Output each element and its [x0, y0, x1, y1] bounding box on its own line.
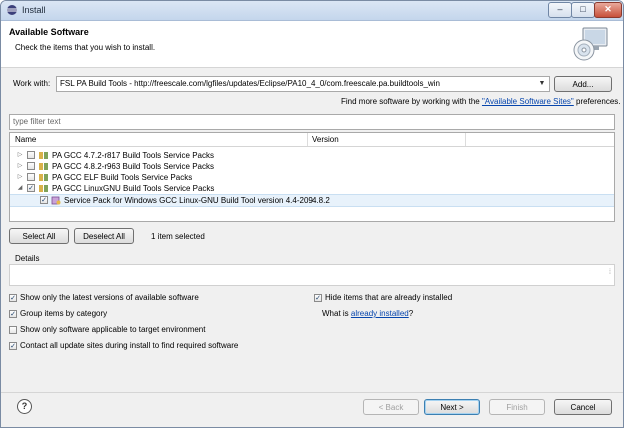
- row-checkbox[interactable]: [27, 162, 35, 170]
- work-with-combo[interactable]: FSL PA Build Tools - http://freescale.co…: [56, 76, 550, 92]
- row-checkbox[interactable]: [27, 151, 35, 159]
- filter-input[interactable]: [10, 115, 606, 127]
- row-name: PA GCC 4.7.2-r817 Build Tools Service Pa…: [52, 151, 214, 160]
- work-with-value: FSL PA Build Tools - http://freescale.co…: [60, 79, 440, 88]
- deselect-all-button[interactable]: Deselect All: [74, 228, 134, 244]
- eclipse-app-icon: [7, 5, 17, 15]
- row-name: PA GCC 4.8.2-r963 Build Tools Service Pa…: [52, 162, 214, 171]
- minimize-button[interactable]: –: [548, 2, 572, 18]
- show-latest-option[interactable]: ✓ Show only the latest versions of availa…: [9, 293, 199, 302]
- details-scroll-grip[interactable]: ⁞: [609, 269, 611, 276]
- find-more-prefix: Find more software by working with the: [341, 97, 480, 106]
- contact-sites-option[interactable]: ✓ Contact all update sites during install…: [9, 341, 238, 350]
- details-area[interactable]: ⁞: [9, 264, 615, 286]
- filter-field[interactable]: [9, 114, 615, 130]
- collapse-arrow-icon[interactable]: ◢: [16, 184, 24, 191]
- hide-installed-label: Hide items that are already installed: [325, 293, 453, 302]
- group-by-category-option[interactable]: ✓ Group items by category: [9, 309, 107, 318]
- next-button[interactable]: Next >: [424, 399, 480, 415]
- show-latest-checkbox[interactable]: ✓: [9, 293, 17, 302]
- select-all-button[interactable]: Select All: [9, 228, 69, 244]
- expand-arrow-icon[interactable]: ▷: [16, 173, 24, 180]
- show-latest-label: Show only the latest versions of availab…: [20, 293, 199, 302]
- available-software-sites-link[interactable]: "Available Software Sites": [482, 97, 574, 106]
- back-button[interactable]: < Back: [363, 399, 419, 415]
- tree-row[interactable]: ▷ PA GCC ELF Build Tools Service Packs: [10, 172, 614, 183]
- find-more-suffix: preferences.: [576, 97, 621, 106]
- feature-group-icon: [39, 163, 48, 170]
- expand-arrow-icon[interactable]: ▷: [16, 162, 24, 169]
- already-installed-link[interactable]: already installed: [351, 309, 409, 318]
- tree-header: Name Version: [10, 133, 614, 147]
- plugin-feature-icon: [51, 196, 61, 205]
- feature-group-icon: [39, 174, 48, 181]
- find-more-text: Find more software by working with the "…: [341, 97, 620, 106]
- title-bar[interactable]: Install – □ ✕: [1, 1, 623, 21]
- row-name: PA GCC ELF Build Tools Service Packs: [52, 173, 193, 182]
- version-column-header[interactable]: Version: [312, 135, 339, 144]
- what-is-installed-text: What is already installed?: [322, 309, 413, 318]
- software-tree[interactable]: Name Version ▷ PA GCC 4.7.2-r817 Build T…: [9, 132, 615, 222]
- tree-row[interactable]: ▷ PA GCC 4.8.2-r963 Build Tools Service …: [10, 161, 614, 172]
- page-title: Available Software: [9, 27, 89, 37]
- close-button[interactable]: ✕: [594, 2, 622, 18]
- window-title: Install: [22, 5, 46, 15]
- contact-sites-label: Contact all update sites during install …: [20, 341, 239, 350]
- target-env-checkbox[interactable]: [9, 325, 17, 334]
- maximize-button[interactable]: □: [571, 2, 595, 18]
- column-divider[interactable]: [307, 133, 308, 146]
- row-name: PA GCC LinuxGNU Build Tools Service Pack…: [52, 184, 215, 193]
- target-env-label: Show only software applicable to target …: [20, 325, 206, 334]
- tree-row[interactable]: ◢ ✓ PA GCC LinuxGNU Build Tools Service …: [10, 183, 614, 194]
- what-is-prefix: What is: [322, 309, 349, 318]
- help-icon[interactable]: ?: [17, 399, 32, 414]
- name-column-header[interactable]: Name: [15, 135, 36, 144]
- add-site-button[interactable]: Add...: [554, 76, 612, 92]
- row-checkbox[interactable]: ✓: [40, 196, 48, 204]
- column-divider[interactable]: [465, 133, 466, 146]
- page-description: Check the items that you wish to install…: [15, 43, 156, 52]
- what-is-suffix: ?: [408, 309, 414, 318]
- feature-group-icon: [39, 185, 48, 192]
- chevron-down-icon[interactable]: ▼: [535, 77, 549, 91]
- row-checkbox[interactable]: [27, 173, 35, 181]
- work-with-label: Work with:: [13, 79, 51, 88]
- cancel-button[interactable]: Cancel: [554, 399, 612, 415]
- tree-row[interactable]: ▷ PA GCC 4.7.2-r817 Build Tools Service …: [10, 150, 614, 161]
- row-name: Service Pack for Windows GCC Linux-GNU B…: [64, 196, 313, 205]
- tree-row-selected[interactable]: ✓ Service Pack for Windows GCC Linux-GNU…: [10, 194, 614, 207]
- group-by-category-label: Group items by category: [20, 309, 108, 318]
- expand-arrow-icon[interactable]: ▷: [16, 151, 24, 158]
- selection-status: 1 item selected: [151, 232, 205, 241]
- install-cd-icon: [573, 27, 608, 61]
- install-dialog: Install – □ ✕ Available Software Check t…: [0, 0, 624, 428]
- feature-group-icon: [39, 152, 48, 159]
- details-label: Details: [15, 254, 40, 263]
- wizard-banner: Available Software Check the items that …: [1, 21, 623, 68]
- hide-installed-option[interactable]: ✓ Hide items that are already installed: [314, 293, 452, 302]
- finish-button[interactable]: Finish: [489, 399, 545, 415]
- target-env-option[interactable]: Show only software applicable to target …: [9, 325, 205, 334]
- row-checkbox[interactable]: ✓: [27, 184, 35, 192]
- group-by-category-checkbox[interactable]: ✓: [9, 309, 17, 318]
- contact-sites-checkbox[interactable]: ✓: [9, 341, 17, 350]
- row-version: 4.8.2: [312, 196, 330, 205]
- hide-installed-checkbox[interactable]: ✓: [314, 293, 322, 302]
